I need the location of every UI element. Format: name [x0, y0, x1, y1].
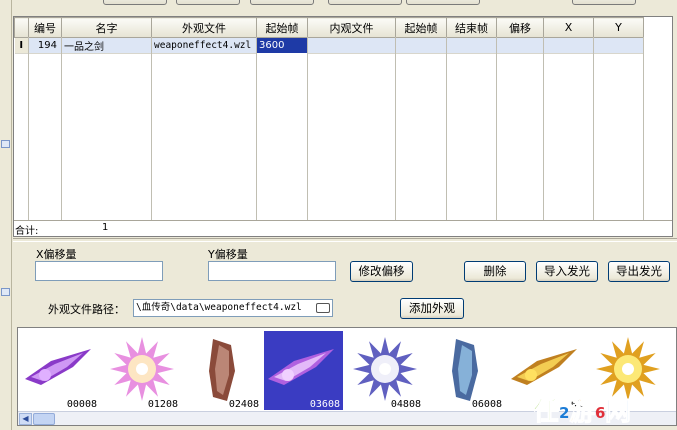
site-logo: 任 2 游 6 网	[533, 397, 632, 428]
cell-inner-start-frame[interactable]	[395, 37, 447, 54]
frame-thumbnail[interactable]: 01208	[102, 331, 181, 410]
cell-y[interactable]	[593, 37, 644, 54]
toolbar-button[interactable]	[572, 0, 636, 5]
modify-offset-button[interactable]: 修改偏移	[350, 261, 413, 282]
frame-thumbnail-caption: 02408	[228, 399, 259, 410]
frame-thumbnail[interactable]: 02408	[183, 331, 262, 410]
column-header-id[interactable]: 编号	[28, 17, 62, 38]
toolbar-button[interactable]	[103, 0, 167, 5]
column-header-look-file[interactable]: 外观文件	[151, 17, 257, 38]
y-offset-label: Y偏移量	[208, 248, 248, 261]
footer-total-label: 合计:	[15, 226, 39, 237]
grid-footer: 合计: 1	[14, 220, 672, 236]
column-header-x[interactable]: X	[543, 17, 594, 38]
x-offset-field[interactable]	[35, 261, 163, 281]
column-header-name[interactable]: 名字	[61, 17, 152, 38]
svg-text:2: 2	[559, 404, 569, 422]
column-header-y[interactable]: Y	[593, 17, 644, 38]
cell-x[interactable]	[543, 37, 594, 54]
look-file-path-value: \血传奇\data\weaponeffect4.wzl	[136, 302, 302, 313]
column-header-start-frame[interactable]: 起始帧	[256, 17, 308, 38]
column-header-end-frame[interactable]: 结束帧	[446, 17, 497, 38]
weapon-effect-grid[interactable]: 编号 名字 外观文件 起始帧 内观文件 起始帧 结束帧 偏移 X Y I 194…	[13, 16, 673, 237]
svg-text:6: 6	[595, 404, 605, 422]
cell-look-file[interactable]: weaponeffect4.wzl	[151, 37, 257, 54]
scrollbar-thumb[interactable]	[33, 413, 55, 425]
toolbar-button[interactable]	[176, 0, 240, 5]
cell-start-frame[interactable]: 3600	[256, 37, 308, 54]
left-splitter-strip	[0, 0, 12, 430]
cell-id[interactable]: 194	[28, 37, 62, 54]
footer-total-count: 1	[102, 222, 109, 233]
y-offset-field[interactable]	[208, 261, 336, 281]
cell-name[interactable]: 一品之剑	[61, 37, 152, 54]
toolbar-button[interactable]	[406, 0, 480, 5]
frame-thumbnail-caption: 03608	[309, 399, 340, 410]
column-header-offset[interactable]: 偏移	[496, 17, 544, 38]
look-file-path-label: 外观文件路径：	[48, 303, 125, 316]
table-row[interactable]: I 194 一品之剑 weaponeffect4.wzl 3600	[14, 37, 644, 54]
frame-thumbnail[interactable]: 06008	[426, 331, 505, 410]
frame-thumbnail-caption: 00008	[66, 399, 97, 410]
scroll-left-icon[interactable]: ◀	[19, 413, 32, 425]
svg-text:任: 任	[533, 397, 559, 427]
add-look-button[interactable]: 添加外观	[400, 298, 464, 319]
grid-header-row: 编号 名字 外观文件 起始帧 内观文件 起始帧 结束帧 偏移 X Y	[14, 17, 644, 38]
browse-path-icon[interactable]	[316, 303, 330, 313]
header-indicator	[14, 17, 29, 38]
frame-thumbnail[interactable]: 00008	[21, 331, 100, 410]
row-indicator: I	[14, 37, 29, 54]
splitter-marker[interactable]	[1, 288, 10, 296]
frame-thumbnail[interactable]: 04808	[345, 331, 424, 410]
frame-thumbnail[interactable]: 03608	[264, 331, 343, 410]
frame-thumbnail-caption: 06008	[471, 399, 502, 410]
x-offset-label: X偏移量	[36, 248, 77, 261]
import-glow-button[interactable]: 导入发光	[536, 261, 598, 282]
column-header-inner-file[interactable]: 内观文件	[307, 17, 396, 38]
column-header-inner-start-frame[interactable]: 起始帧	[395, 17, 447, 38]
export-glow-button[interactable]: 导出发光	[608, 261, 670, 282]
look-file-path-field[interactable]: \血传奇\data\weaponeffect4.wzl	[133, 299, 333, 317]
panel-divider	[13, 238, 677, 242]
svg-text:游: 游	[569, 397, 595, 427]
cell-inner-file[interactable]	[307, 37, 396, 54]
splitter-marker[interactable]	[1, 140, 10, 148]
toolbar-button[interactable]	[250, 0, 314, 5]
delete-button[interactable]: 删除	[464, 261, 526, 282]
svg-text:网: 网	[605, 397, 631, 427]
frame-thumbnail-caption: 01208	[147, 399, 178, 410]
toolbar-button[interactable]	[328, 0, 402, 5]
cell-offset[interactable]	[496, 37, 544, 54]
cell-end-frame[interactable]	[446, 37, 497, 54]
frame-thumbnail-caption: 04808	[390, 399, 421, 410]
